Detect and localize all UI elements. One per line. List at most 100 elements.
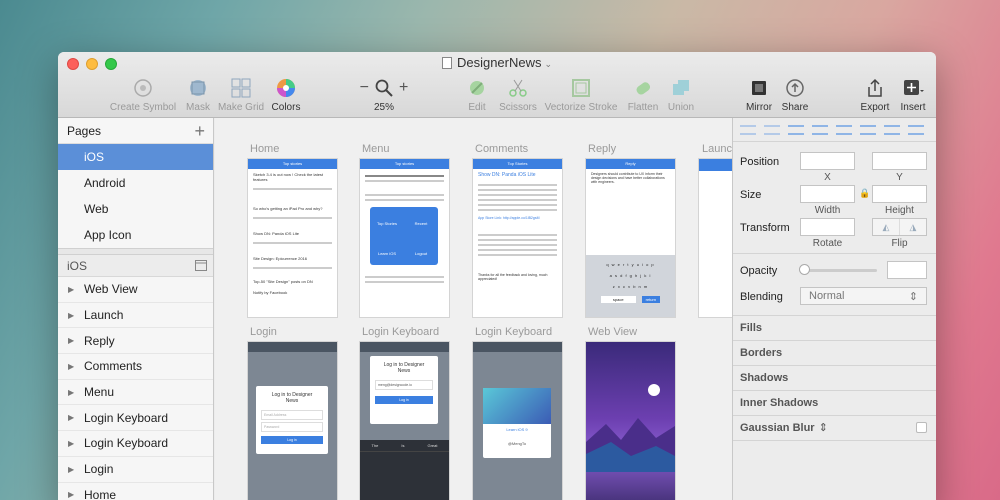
disclosure-triangle-icon[interactable]: ▶ — [68, 285, 84, 294]
zoom-in-button[interactable]: + — [399, 79, 408, 97]
menu-recent[interactable]: Recent — [404, 221, 438, 235]
disclosure-triangle-icon[interactable]: ▶ — [68, 336, 84, 345]
distribute-horizontal-icon[interactable] — [740, 124, 756, 135]
vectorize-stroke-button[interactable]: Vectorize Stroke — [542, 77, 620, 113]
artboard-label-home[interactable]: Home — [250, 143, 279, 155]
mask-button[interactable]: Mask — [183, 77, 213, 113]
align-center-icon[interactable] — [812, 124, 828, 135]
login-email-field[interactable]: Email Address — [261, 410, 323, 420]
scissors-button[interactable]: Scissors — [495, 77, 541, 113]
align-top-icon[interactable] — [860, 124, 876, 135]
disclosure-triangle-icon[interactable]: ▶ — [68, 490, 84, 499]
zoom-out-button[interactable]: − — [360, 79, 369, 97]
inner-shadows-section[interactable]: Inner Shadows — [733, 390, 936, 415]
align-middle-icon[interactable] — [884, 124, 900, 135]
page-item-ios[interactable]: iOS — [58, 144, 213, 170]
login-submit-button[interactable]: Log in — [261, 436, 323, 444]
colors-button[interactable]: Colors — [268, 77, 304, 113]
window-title[interactable]: DesignerNews ⌄ — [58, 55, 936, 70]
disclosure-triangle-icon[interactable]: ▶ — [68, 439, 84, 448]
layer-login-keyboard[interactable]: ▶ Login Keyboard — [58, 405, 213, 432]
artboard-label-menu[interactable]: Menu — [362, 143, 390, 155]
width-field[interactable] — [800, 185, 855, 203]
pages-divider[interactable] — [58, 248, 213, 255]
login-keyboard-submit-button[interactable]: Log in — [375, 396, 433, 404]
borders-section[interactable]: Borders — [733, 340, 936, 365]
layer-home[interactable]: ▶ Home — [58, 483, 213, 500]
artboard-icon[interactable] — [195, 260, 207, 271]
layer-reply[interactable]: ▶ Reply — [58, 328, 213, 355]
opacity-slider[interactable] — [803, 269, 877, 272]
disclosure-triangle-icon[interactable]: ▶ — [68, 311, 84, 320]
login-password-field[interactable]: Password — [261, 422, 323, 432]
disclosure-triangle-icon[interactable]: ▶ — [68, 362, 84, 371]
rotate-field[interactable] — [800, 218, 855, 236]
gaussian-blur-checkbox[interactable] — [916, 422, 927, 433]
artboard-web-view[interactable] — [586, 342, 675, 500]
distribute-vertical-icon[interactable] — [764, 124, 780, 135]
chevron-updown-icon[interactable]: ⇕ — [819, 422, 828, 434]
canvas[interactable]: Home Menu Comments Reply Launc Login Log… — [215, 118, 732, 500]
layer-comments[interactable]: ▶ Comments — [58, 354, 213, 380]
document-icon — [441, 57, 452, 69]
x-field[interactable] — [800, 152, 855, 170]
insert-button[interactable]: Insert — [896, 77, 930, 113]
disclosure-triangle-icon[interactable]: ▶ — [68, 388, 84, 397]
disclosure-triangle-icon[interactable]: ▶ — [68, 413, 84, 422]
artboard-comments[interactable]: Top Stories Show DN: Panda iOS Lite App … — [473, 159, 562, 317]
layer-login-keyboard-2[interactable]: ▶ Login Keyboard — [58, 431, 213, 457]
page-item-web[interactable]: Web — [58, 196, 213, 222]
align-bottom-icon[interactable] — [908, 124, 924, 135]
artboard-login[interactable]: Log in to Designer News Email Address Pa… — [248, 342, 337, 500]
page-item-app-icon[interactable]: App Icon — [58, 222, 213, 248]
layer-login[interactable]: ▶ Login — [58, 457, 213, 483]
add-page-icon[interactable]: + — [194, 122, 205, 140]
artboard-home[interactable]: Top stories Sketch 3.4 is out now ! Chec… — [248, 159, 337, 317]
layer-launch[interactable]: ▶ Launch — [58, 303, 213, 329]
lock-icon[interactable]: 🔒 — [859, 188, 870, 199]
layer-web-view[interactable]: ▶ Web View — [58, 277, 213, 303]
flip-vertical-icon[interactable]: ◮ — [900, 219, 926, 235]
dark-keyboard[interactable]: The Is Great — [360, 440, 449, 500]
artboard-label-launch[interactable]: Launc — [702, 143, 732, 155]
login-keyboard-email-field[interactable]: meng@designcode.io — [375, 380, 433, 390]
artboard-label-login[interactable]: Login — [250, 326, 277, 338]
create-symbol-button[interactable]: Create Symbol — [106, 77, 180, 113]
artboard-label-web-view[interactable]: Web View — [588, 326, 637, 338]
opacity-field[interactable] — [887, 261, 927, 279]
align-right-icon[interactable] — [836, 124, 852, 135]
artboard-label-reply[interactable]: Reply — [588, 143, 616, 155]
layer-menu[interactable]: ▶ Menu — [58, 380, 213, 406]
shadows-section[interactable]: Shadows — [733, 365, 936, 390]
make-grid-button[interactable]: Make Grid — [216, 77, 266, 113]
artboard-login-keyboard-2[interactable]: Learn iOS 9 @MengTo — [473, 342, 562, 500]
gaussian-blur-section[interactable]: Gaussian Blur ⇕ — [733, 415, 936, 440]
artboard-label-login-keyboard[interactable]: Login Keyboard — [362, 326, 439, 338]
page-item-android[interactable]: Android — [58, 170, 213, 196]
flatten-button[interactable]: Flatten — [623, 77, 663, 113]
y-field[interactable] — [872, 152, 927, 170]
artboard-login-keyboard[interactable]: Log in to Designer News meng@designcode.… — [360, 342, 449, 500]
union-button[interactable]: Union — [664, 77, 698, 113]
export-button[interactable]: Export — [858, 77, 892, 113]
artboard-label-comments[interactable]: Comments — [475, 143, 528, 155]
menu-logout[interactable]: Logout — [404, 235, 438, 265]
menu-learn-ios[interactable]: Learn iOS — [370, 235, 404, 265]
artboard-menu[interactable]: Top stories Top Stories Recent Learn iOS… — [360, 159, 449, 317]
artboard-label-login-keyboard-2[interactable]: Login Keyboard — [475, 326, 552, 338]
edit-button[interactable]: Edit — [462, 77, 492, 113]
mirror-button[interactable]: Mirror — [742, 77, 776, 113]
share-button[interactable]: Share — [778, 77, 812, 113]
disclosure-triangle-icon[interactable]: ▶ — [68, 465, 84, 474]
artboard-reply[interactable]: Reply Designers should contribute to UX … — [586, 159, 675, 317]
fills-section[interactable]: Fills — [733, 315, 936, 340]
opacity-slider-knob[interactable] — [799, 264, 810, 275]
reply-keyboard[interactable]: q w e r t y u i o p a s d f g h j k l z … — [586, 255, 675, 317]
height-field[interactable] — [872, 185, 927, 203]
menu-top-stories[interactable]: Top Stories — [370, 221, 404, 235]
comments-app-store-link[interactable]: App Store Link: http://apple.co/1lB2gsM — [473, 214, 562, 222]
flip-horizontal-icon[interactable]: ◭ — [873, 219, 900, 235]
blending-select[interactable]: Normal ⇕ — [800, 287, 927, 305]
artboard-launch[interactable] — [699, 159, 732, 317]
align-left-icon[interactable] — [788, 124, 804, 135]
